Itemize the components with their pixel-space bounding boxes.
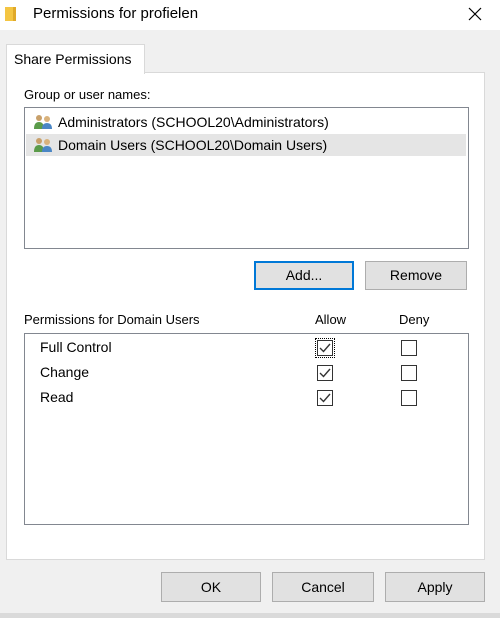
users-icon: [33, 137, 57, 153]
folder-icon: [4, 6, 18, 22]
permission-row-change: Change: [25, 361, 468, 385]
permission-row-read: Read: [25, 386, 468, 410]
users-icon: [33, 114, 57, 130]
check-icon: [319, 393, 331, 403]
apply-button[interactable]: Apply: [385, 572, 485, 602]
permission-name: Change: [40, 364, 90, 380]
allow-column-header: Allow: [315, 312, 347, 327]
deny-full-control-checkbox[interactable]: [401, 340, 417, 356]
title-bar: Permissions for profielen: [0, 0, 500, 30]
group-names-label: Group or user names:: [24, 87, 151, 102]
allow-full-control-checkbox[interactable]: [315, 338, 335, 358]
tab-panel: Group or user names: Administrators (SCH…: [6, 72, 485, 560]
permission-name: Full Control: [40, 339, 112, 355]
ok-button[interactable]: OK: [161, 572, 261, 602]
permissions-header: Permissions for Domain Users: [24, 312, 200, 327]
check-icon: [319, 343, 331, 353]
deny-change-checkbox[interactable]: [401, 365, 417, 381]
tab-label: Share Permissions: [14, 51, 132, 67]
check-icon: [319, 368, 331, 378]
window-title: Permissions for profielen: [33, 5, 199, 22]
tab-share-permissions[interactable]: Share Permissions: [6, 44, 145, 74]
close-button[interactable]: [462, 2, 488, 26]
remove-button[interactable]: Remove: [365, 261, 467, 290]
list-item-label: Domain Users (SCHOOL20\Domain Users): [58, 137, 328, 153]
list-item-domain-users[interactable]: Domain Users (SCHOOL20\Domain Users): [26, 134, 466, 156]
permission-row-full-control: Full Control: [25, 336, 468, 360]
dialog-client: Share Permissions Group or user names: A…: [0, 30, 500, 618]
add-button[interactable]: Add...: [254, 261, 354, 290]
list-item-administrators[interactable]: Administrators (SCHOOL20\Administrators): [26, 111, 466, 133]
allow-read-checkbox[interactable]: [317, 390, 333, 406]
permissions-list: Full Control Change Read: [24, 333, 469, 525]
deny-column-header: Deny: [399, 312, 430, 327]
permission-name: Read: [40, 389, 74, 405]
list-item-label: Administrators (SCHOOL20\Administrators): [58, 114, 329, 130]
close-icon: [468, 7, 482, 21]
group-user-list[interactable]: Administrators (SCHOOL20\Administrators)…: [24, 107, 469, 249]
deny-read-checkbox[interactable]: [401, 390, 417, 406]
allow-change-checkbox[interactable]: [317, 365, 333, 381]
cancel-button[interactable]: Cancel: [272, 572, 374, 602]
window-bottom-edge: [0, 613, 500, 618]
